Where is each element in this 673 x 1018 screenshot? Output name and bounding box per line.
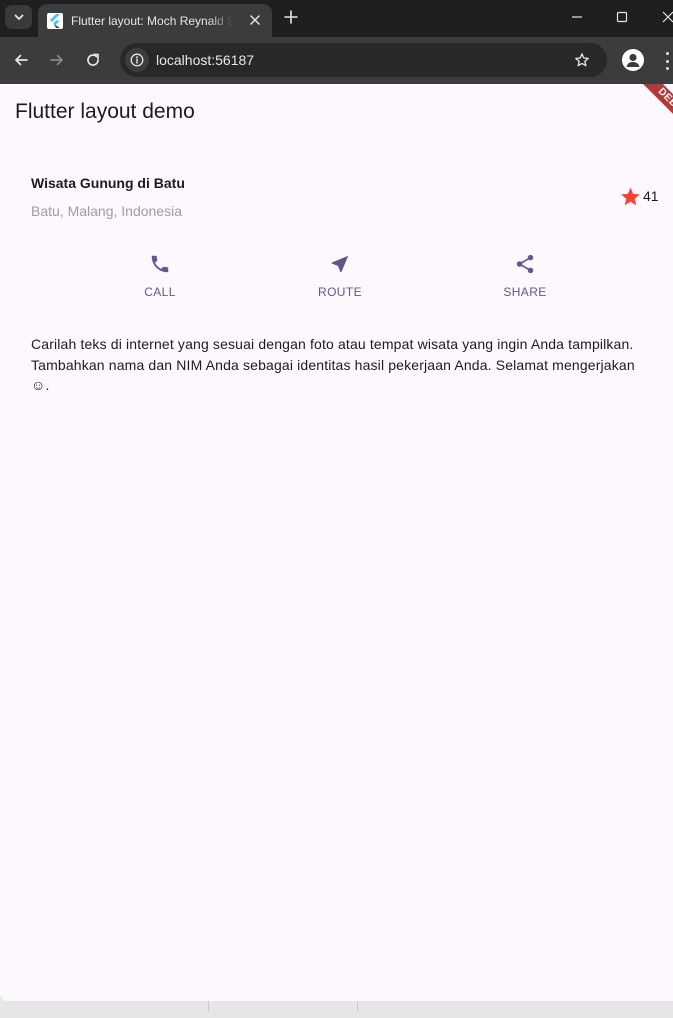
browser-toolbar: localhost:56187: [0, 37, 673, 84]
url-text[interactable]: localhost:56187: [156, 51, 254, 69]
maximize-button[interactable]: [599, 0, 645, 34]
browser-menu-icon[interactable]: [662, 50, 672, 72]
close-window-button[interactable]: [645, 0, 673, 34]
rating: 41: [620, 185, 659, 207]
call-button[interactable]: CALL: [120, 252, 200, 304]
profile-avatar-icon[interactable]: [622, 49, 644, 71]
place-name: Wisata Gunung di Batu: [31, 175, 185, 191]
reload-button[interactable]: [81, 48, 105, 72]
new-tab-button[interactable]: [280, 6, 302, 28]
window-bottom-edge: [0, 1001, 673, 1018]
tab-search-button[interactable]: [5, 5, 32, 29]
site-info-button[interactable]: [125, 48, 149, 72]
plus-icon: [284, 10, 298, 24]
arrow-left-icon: [15, 54, 28, 66]
minimize-icon: [572, 16, 582, 18]
maximize-icon: [616, 11, 628, 23]
bookmark-button[interactable]: [571, 49, 593, 71]
minimize-button[interactable]: [554, 0, 600, 34]
browser-tab[interactable]: Flutter layout: Moch Reynald S: [38, 4, 272, 37]
description-text: Carilah teks di internet yang sesuai den…: [31, 336, 635, 393]
place-location: Batu, Malang, Indonesia: [31, 203, 182, 219]
title-section: Wisata Gunung di Batu Batu, Malang, Indo…: [31, 174, 185, 220]
appbar-title: Flutter layout demo: [15, 100, 195, 123]
navigation-icon: [328, 252, 352, 276]
star-icon: [621, 187, 640, 205]
browser-titlebar: Flutter layout: Moch Reynald S: [0, 0, 673, 37]
reload-icon: [87, 53, 99, 66]
route-label: ROUTE: [318, 285, 362, 299]
share-icon: [513, 252, 537, 276]
route-button[interactable]: ROUTE: [300, 252, 380, 304]
star-outline-icon: [575, 53, 589, 67]
share-button[interactable]: SHARE: [485, 252, 565, 304]
flutter-logo-icon: [47, 13, 63, 29]
debug-banner: DEBUG: [629, 84, 673, 148]
rating-count: 41: [643, 188, 659, 204]
arrow-right-icon: [50, 54, 63, 66]
forward-button[interactable]: [45, 48, 69, 72]
info-icon: [130, 53, 144, 67]
tab-close-icon[interactable]: [245, 10, 265, 30]
call-label: CALL: [144, 285, 176, 299]
close-icon: [662, 11, 673, 23]
page-viewport: Flutter layout demo DEBUG Wisata Gunung …: [0, 84, 673, 1001]
chevron-down-icon: [14, 14, 23, 20]
address-bar[interactable]: localhost:56187: [120, 43, 607, 77]
phone-icon: [148, 252, 172, 276]
tab-title: Flutter layout: Moch Reynald S: [71, 14, 233, 28]
back-button[interactable]: [9, 48, 33, 72]
share-label: SHARE: [503, 285, 547, 299]
